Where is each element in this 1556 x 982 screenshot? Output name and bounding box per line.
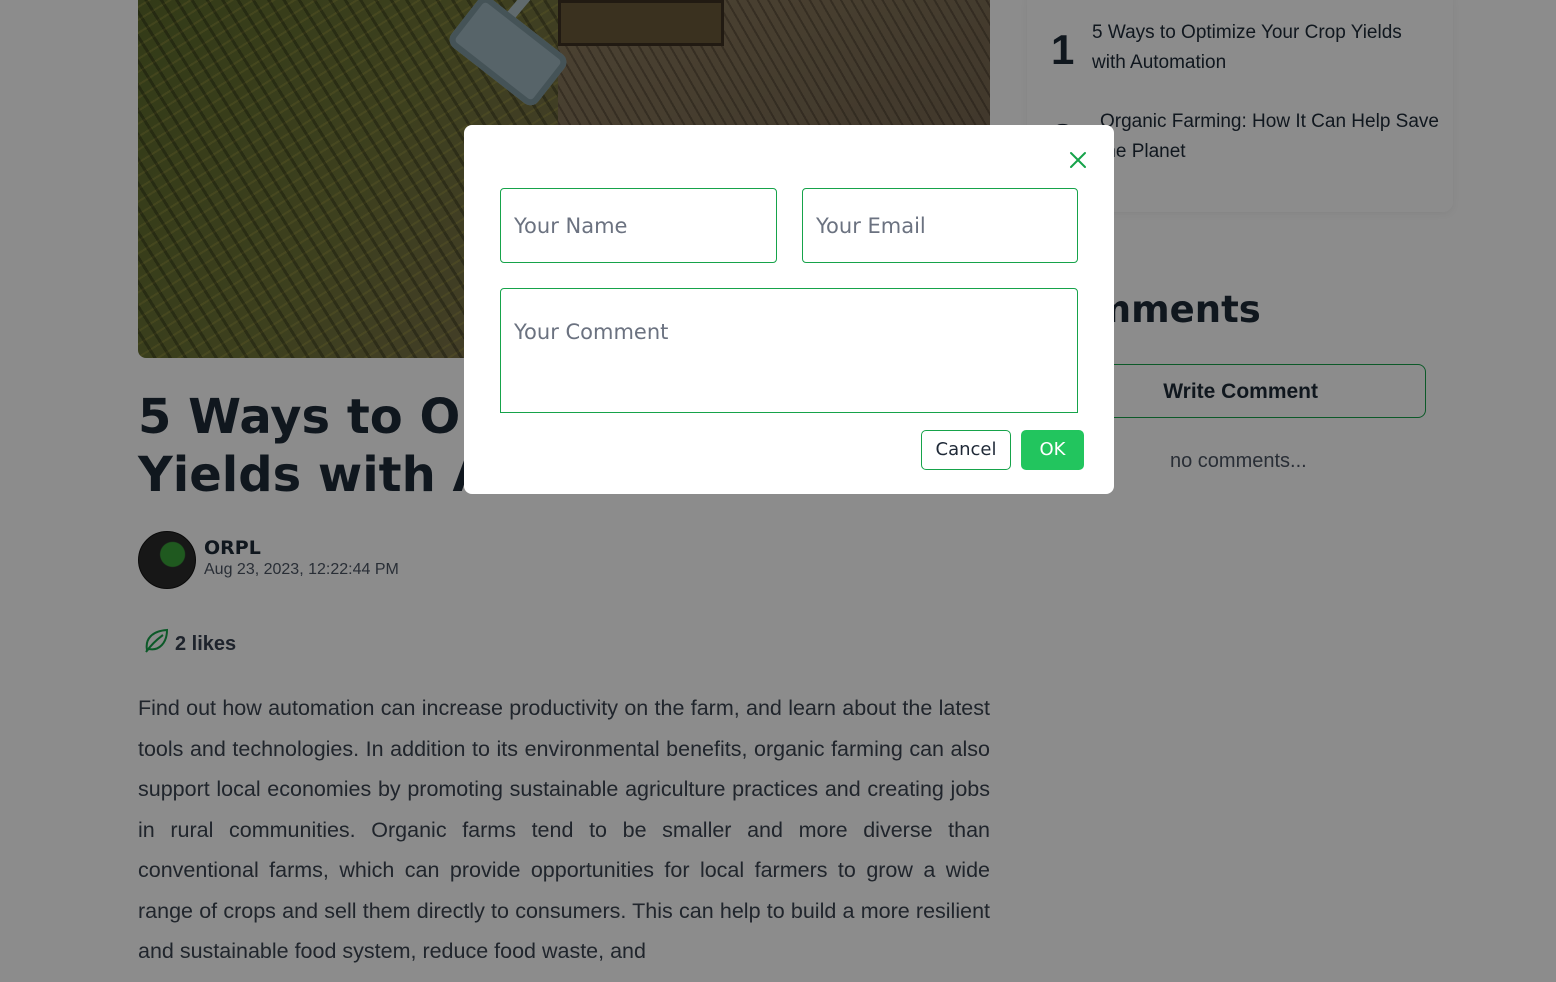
email-input[interactable] xyxy=(802,188,1078,263)
cancel-button[interactable]: Cancel xyxy=(921,430,1011,470)
close-icon[interactable] xyxy=(1066,148,1090,172)
name-input[interactable] xyxy=(500,188,777,263)
ok-button[interactable]: OK xyxy=(1021,430,1084,470)
comment-textarea[interactable] xyxy=(500,288,1078,413)
comment-modal: Cancel OK xyxy=(464,125,1114,494)
